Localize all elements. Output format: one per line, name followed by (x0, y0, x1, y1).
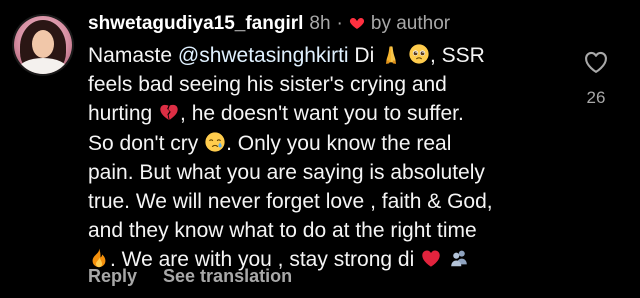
pleading-face-emoji-icon (409, 44, 429, 64)
like-heart-icon[interactable] (581, 48, 611, 76)
comment-line-1-post: Di (348, 44, 375, 67)
folded-hands-emoji-icon (386, 46, 397, 64)
comment-line-4: So don't cry . Only you know the real (88, 129, 558, 158)
comment-text: Namaste @shwetasinghkirti Di , SSR feels… (88, 41, 558, 275)
reply-button[interactable]: Reply (88, 264, 137, 288)
comment-line-7: and they know what to do at the right ti… (88, 219, 477, 243)
comment-line-5: pain. But what you are saying is absolut… (88, 160, 485, 184)
author-heart-icon (349, 18, 364, 29)
red-heart-emoji-icon (422, 250, 440, 268)
see-translation-link[interactable]: See translation (163, 264, 292, 288)
comment-line-2: feels bad seeing his sister's crying and (88, 73, 447, 97)
mention-link[interactable]: @shwetasinghkirti (178, 44, 349, 67)
comment-line-3-pre: hurting (88, 102, 159, 126)
crying-face-emoji-icon (205, 131, 225, 152)
like-column: 26 (578, 48, 614, 108)
comment-line-4-post: . Only you know the real (226, 131, 452, 155)
comment-line-4-pre: So don't cry (88, 131, 205, 155)
comment-username[interactable]: shwetagudiya15_fangirl (88, 12, 303, 36)
comment-line-1: Namaste @shwetasinghkirti Di , SSR (88, 41, 558, 70)
separator-dot: · (336, 13, 343, 34)
people-silhouettes-emoji-icon (451, 250, 467, 267)
comment-actions: Reply See translation (88, 264, 292, 288)
comment-line-1-tail: , SSR (429, 44, 485, 67)
broken-heart-emoji-icon (160, 105, 178, 121)
avatar-face (32, 30, 54, 58)
comment-line-3: hurting , he doesn't want you to suffer. (88, 99, 558, 128)
comment-time: 8h (309, 13, 331, 34)
comment-line-6: true. We will never forget love , faith … (88, 190, 493, 214)
like-count: 26 (586, 88, 606, 107)
comment-avatar[interactable] (14, 16, 72, 74)
author-badge: by author (370, 13, 451, 34)
comment-line-3-post: , he doesn't want you to suffer. (180, 102, 464, 126)
comment-header: shwetagudiya15_fangirl 8h · by author (88, 12, 450, 36)
comment-line-1-pre: Namaste (88, 44, 178, 67)
